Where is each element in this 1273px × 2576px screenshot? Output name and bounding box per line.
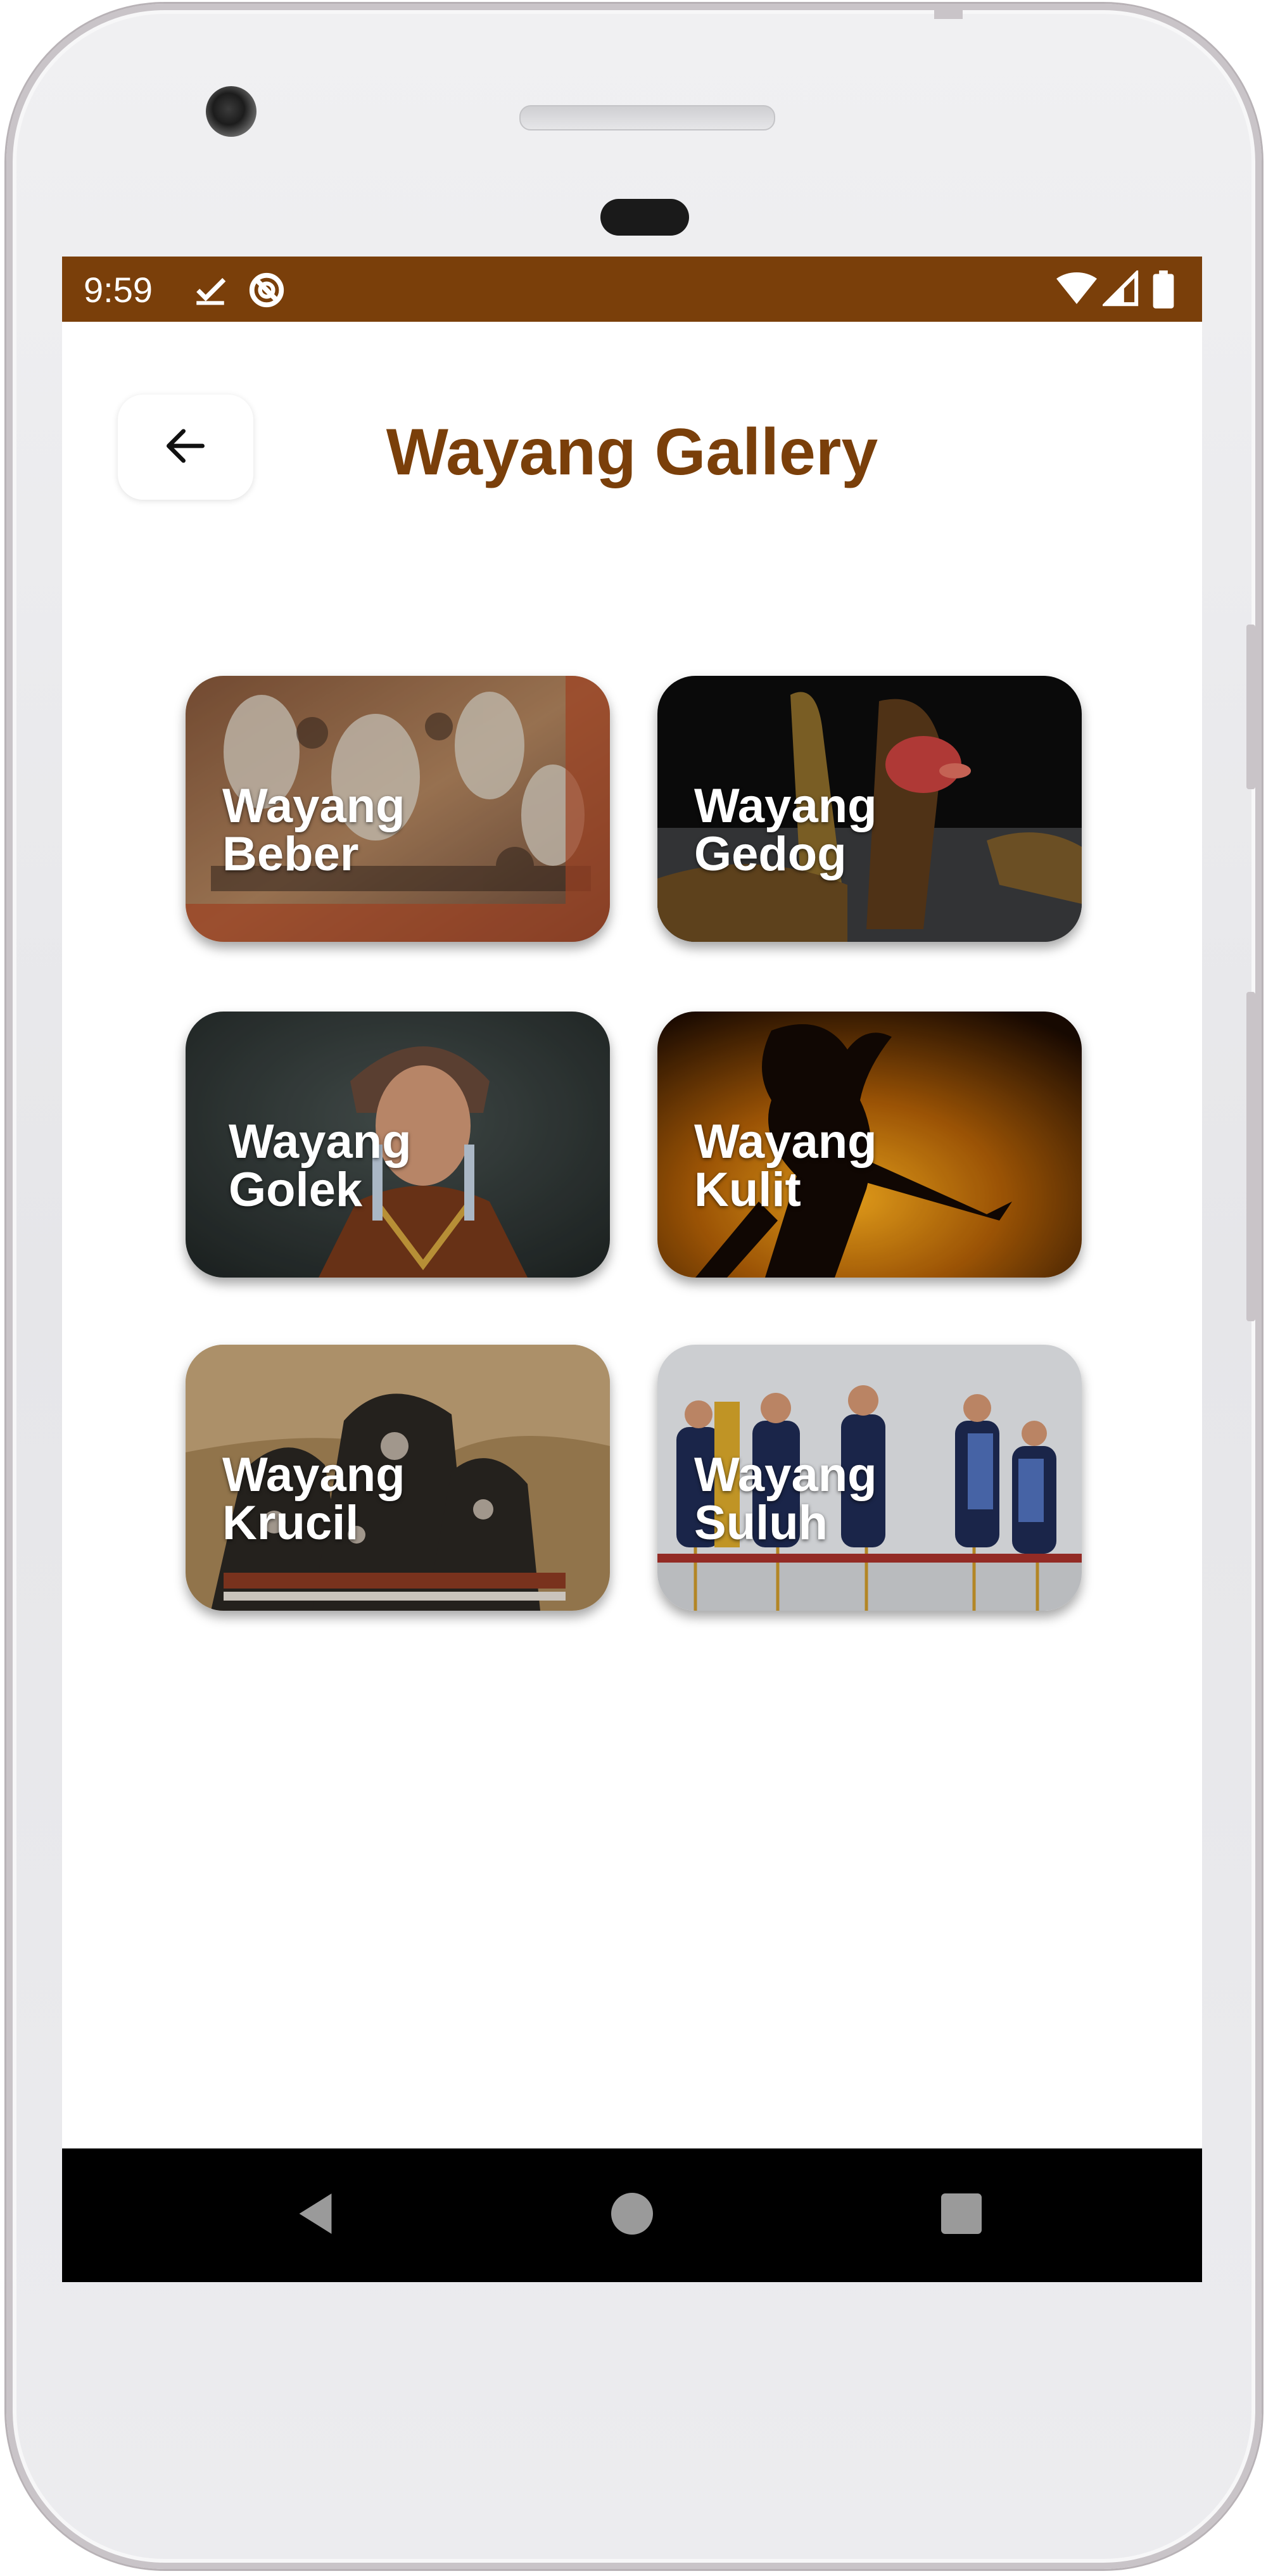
arrow-left-icon <box>160 421 211 474</box>
card-label-line2: Kulit <box>694 1163 801 1217</box>
card-label-line1: Wayang <box>222 779 405 833</box>
status-bar: 9:59 <box>62 257 1202 322</box>
back-triangle-icon <box>295 2192 336 2239</box>
power-button <box>1246 625 1255 789</box>
gallery-card-wayang-beber[interactable]: Wayang Beber <box>186 676 610 942</box>
download-done-icon <box>192 270 229 307</box>
card-label-line1: Wayang <box>229 1115 412 1169</box>
recents-square-icon <box>941 2193 982 2237</box>
card-label: Wayang Suluh <box>694 1451 1023 1547</box>
earpiece-speaker <box>519 105 775 130</box>
gallery-card-wayang-kulit[interactable]: Wayang Kulit <box>657 1012 1082 1278</box>
sync-disabled-icon <box>247 270 286 310</box>
card-label: Wayang Golek <box>229 1118 558 1214</box>
back-button[interactable] <box>118 395 253 500</box>
gallery-card-wayang-suluh[interactable]: Wayang Suluh <box>657 1345 1082 1611</box>
proximity-sensor <box>600 199 689 236</box>
system-nav-bar <box>62 2148 1202 2282</box>
card-label-line2: Golek <box>229 1163 363 1217</box>
card-label-line2: Suluh <box>694 1496 828 1550</box>
top-edge-detail <box>934 10 963 19</box>
gallery-card-wayang-krucil[interactable]: Wayang Krucil <box>186 1345 610 1611</box>
card-label-line1: Wayang <box>694 779 877 833</box>
nav-back-button[interactable] <box>271 2148 360 2282</box>
signal-icon <box>1103 270 1139 307</box>
card-label-line2: Krucil <box>222 1496 359 1550</box>
battery-icon <box>1153 270 1174 308</box>
card-label-line1: Wayang <box>694 1448 877 1502</box>
home-circle-icon <box>611 2193 653 2238</box>
card-label-line1: Wayang <box>222 1448 405 1502</box>
nav-home-button[interactable] <box>588 2148 676 2282</box>
front-camera <box>206 86 256 137</box>
gallery-card-wayang-golek[interactable]: Wayang Golek <box>186 1012 610 1278</box>
card-label: Wayang Krucil <box>222 1451 552 1547</box>
gallery-card-wayang-gedog[interactable]: Wayang Gedog <box>657 676 1082 942</box>
status-time: 9:59 <box>84 270 153 310</box>
card-label-line2: Beber <box>222 827 359 881</box>
card-label-line2: Gedog <box>694 827 847 881</box>
card-label-line1: Wayang <box>694 1115 877 1169</box>
wifi-icon <box>1056 270 1097 307</box>
app-screen: 9:59 Wayang Gallery Wayang Beber Wayang … <box>62 257 1202 2282</box>
volume-button <box>1246 992 1255 1321</box>
card-label: Wayang Kulit <box>694 1118 1023 1214</box>
nav-recents-button[interactable] <box>917 2148 1006 2282</box>
card-label: Wayang Beber <box>222 782 552 879</box>
page-title: Wayang Gallery <box>386 416 878 489</box>
card-label: Wayang Gedog <box>694 782 1023 879</box>
